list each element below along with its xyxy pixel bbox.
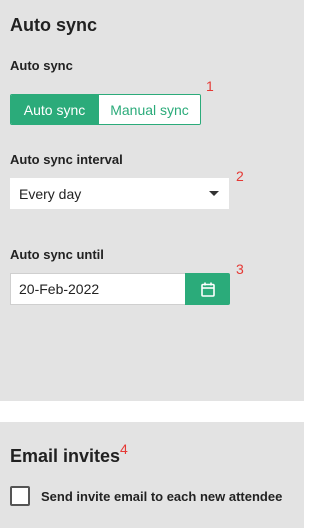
- auto-sync-interval-value: Every day: [19, 185, 82, 202]
- send-invite-checkbox[interactable]: [10, 486, 30, 506]
- annotation-marker-2: 2: [236, 168, 244, 184]
- calendar-icon: [200, 282, 215, 297]
- manual-sync-option-button[interactable]: Manual sync: [98, 95, 200, 124]
- auto-sync-until-datepicker: 20-Feb-2022: [10, 273, 230, 305]
- auto-sync-interval-select[interactable]: Every day: [10, 178, 229, 209]
- dropdown-caret-icon: [209, 191, 219, 196]
- auto-sync-until-value: 20-Feb-2022: [19, 281, 100, 297]
- send-invite-option: Send invite email to each new attendee: [10, 486, 282, 506]
- annotation-marker-3: 3: [236, 261, 244, 277]
- auto-sync-until-input[interactable]: 20-Feb-2022: [10, 273, 185, 305]
- auto-sync-interval-label: Auto sync interval: [10, 152, 123, 167]
- send-invite-label: Send invite email to each new attendee: [41, 488, 283, 504]
- email-invites-section-title: Email invites: [10, 446, 121, 466]
- auto-sync-until-label: Auto sync until: [10, 247, 104, 262]
- email-invites-panel: [0, 422, 304, 528]
- auto-sync-section-title: Auto sync: [10, 15, 98, 35]
- auto-sync-mode-label: Auto sync: [10, 58, 73, 73]
- annotation-marker-4: 4: [120, 441, 128, 457]
- annotation-marker-1: 1: [206, 78, 214, 94]
- auto-sync-option-button[interactable]: Auto sync: [11, 95, 98, 124]
- calendar-button[interactable]: [185, 273, 230, 305]
- sync-mode-toggle: Auto sync Manual sync: [10, 94, 201, 125]
